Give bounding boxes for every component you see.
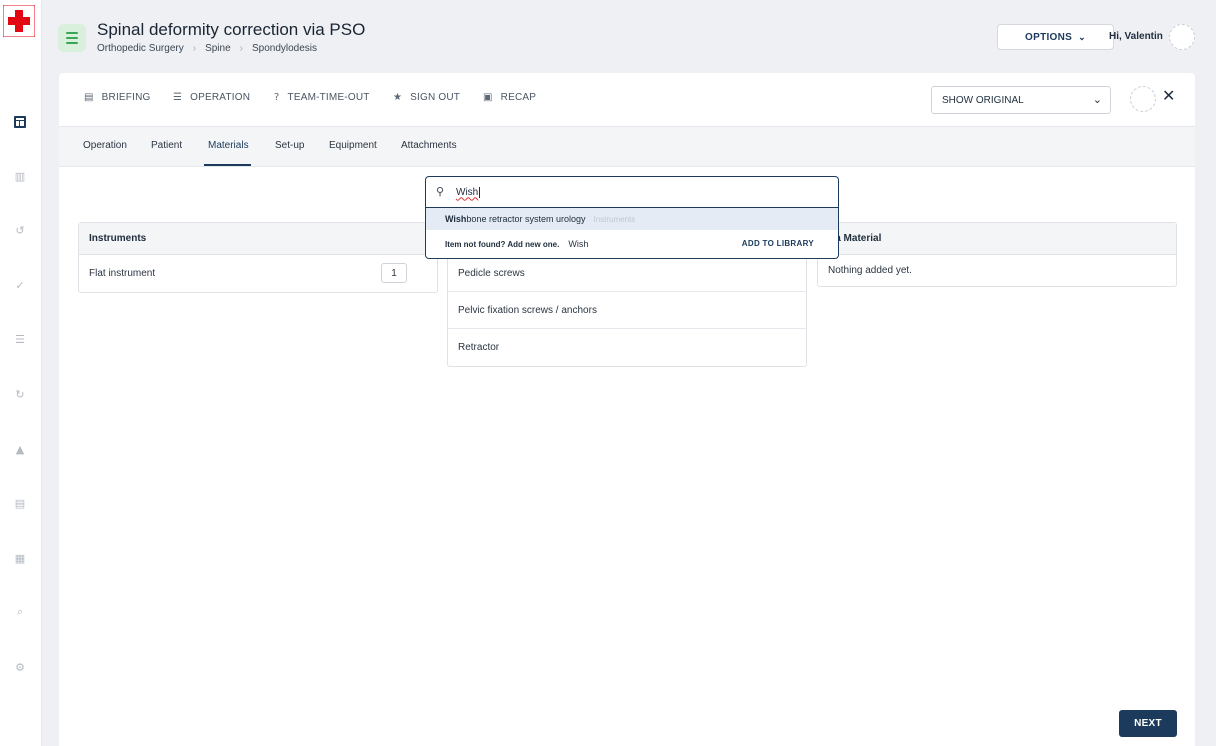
- avatar[interactable]: [1130, 86, 1156, 112]
- close-icon[interactable]: ✕: [1162, 86, 1175, 105]
- warning-icon[interactable]: ▲: [11, 440, 29, 458]
- dashboard-icon[interactable]: [11, 113, 29, 131]
- instruments-panel: Instruments Flat instrument 1: [78, 222, 438, 293]
- phase-briefing[interactable]: ▤ BRIEFING: [84, 92, 150, 103]
- calendar-icon[interactable]: ▦: [11, 549, 29, 567]
- search-input[interactable]: ⚲ Wish: [425, 176, 839, 208]
- left-rail: ▥ ↺ ✓ ☰ ↻ ▲ ▤ ▦ ⌕ ⚙: [0, 0, 42, 746]
- phase-team-time-out[interactable]: ? TEAM-TIME-OUT: [274, 92, 370, 103]
- document-icon: ▤: [84, 92, 94, 103]
- brand-logo: [3, 5, 35, 37]
- active-tab-indicator: [204, 164, 251, 166]
- recap-icon: ▣: [483, 92, 493, 103]
- phase-label: BRIEFING: [101, 92, 151, 103]
- list-item[interactable]: Pelvic fixation screws / anchors: [448, 292, 806, 329]
- user-greeting: Hi, Valentin: [1109, 31, 1163, 42]
- phase-recap[interactable]: ▣ RECAP: [483, 92, 536, 103]
- checklist-icon[interactable]: ✓: [11, 276, 29, 294]
- chevron-down-icon: ⌄: [1078, 31, 1086, 42]
- help-icon: ?: [274, 92, 280, 103]
- breadcrumb-item[interactable]: Spine: [205, 43, 231, 54]
- view-select[interactable]: SHOW ORIGINAL ⌄: [931, 86, 1111, 114]
- next-button[interactable]: NEXT: [1119, 710, 1177, 737]
- history-icon[interactable]: ↺: [11, 221, 29, 239]
- stats-icon[interactable]: ▤: [11, 494, 29, 512]
- list-item[interactable]: Pedicle screws: [448, 255, 806, 292]
- view-select-value: SHOW ORIGINAL: [942, 94, 1024, 106]
- list-item[interactable]: Retractor: [448, 329, 806, 366]
- main-area: Spinal deformity correction via PSO Orth…: [42, 0, 1216, 746]
- suggestion-match: Wish: [445, 214, 467, 224]
- breadcrumb-item[interactable]: Orthopedic Surgery: [97, 43, 184, 54]
- page-title: Spinal deformity correction via PSO: [97, 20, 366, 39]
- breadcrumb-item[interactable]: Spondylodesis: [252, 43, 317, 54]
- tab-materials[interactable]: Materials: [208, 140, 249, 151]
- review-icon[interactable]: ↻: [11, 385, 29, 403]
- chevron-right-icon: ›: [239, 43, 243, 54]
- add-to-library-button[interactable]: ADD TO LIBRARY: [742, 239, 814, 248]
- chevron-right-icon: ›: [192, 43, 197, 54]
- settings-icon[interactable]: ⚙: [11, 658, 29, 676]
- phase-label: OPERATION: [190, 92, 251, 103]
- avatar[interactable]: [1169, 24, 1195, 50]
- tab-set-up[interactable]: Set-up: [275, 140, 304, 151]
- breadcrumb: Orthopedic Surgery › Spine › Spondylodes…: [97, 43, 317, 54]
- search-dropdown: Wishbone retractor system urology Instru…: [425, 208, 839, 259]
- chevron-down-icon: ⌄: [1092, 94, 1102, 106]
- search-suggestion[interactable]: Wishbone retractor system urology Instru…: [426, 208, 838, 230]
- phase-operation[interactable]: ☰ OPERATION: [173, 92, 250, 103]
- options-label: OPTIONS: [1025, 31, 1073, 43]
- phase-label: SIGN OUT: [410, 92, 461, 103]
- main-card: ▤ BRIEFING ☰ OPERATION ? TEAM-TIME-OUT ★…: [59, 73, 1195, 746]
- quantity-field[interactable]: 1: [381, 263, 407, 283]
- tab-attachments[interactable]: Attachments: [401, 140, 457, 151]
- suggestion-text: Wishbone retractor system urology: [445, 214, 585, 224]
- list-item: Flat instrument 1: [79, 255, 437, 292]
- tab-operation[interactable]: Operation: [83, 140, 127, 151]
- library-icon[interactable]: ▥: [11, 167, 29, 185]
- panel-title: Instruments: [79, 223, 437, 255]
- phase-sign-out[interactable]: ★ SIGN OUT: [393, 92, 460, 103]
- add-new-row: Item not found? Add new one. Wish ADD TO…: [426, 230, 838, 258]
- not-found-term: Wish: [568, 239, 589, 249]
- empty-state-text: Nothing added yet.: [828, 265, 912, 276]
- tab-patient[interactable]: Patient: [151, 140, 182, 151]
- phase-navigation: ▤ BRIEFING ☰ OPERATION ? TEAM-TIME-OUT ★…: [59, 73, 1195, 127]
- text-caret: [479, 186, 481, 198]
- search-icon: ⚲: [436, 185, 445, 198]
- phase-label: TEAM-TIME-OUT: [287, 92, 370, 103]
- extra-material-panel: tra Material Nothing added yet.: [817, 222, 1177, 287]
- star-icon: ★: [393, 92, 403, 103]
- suggestion-rest: bone retractor system urology: [466, 214, 586, 224]
- search-value: Wish: [456, 186, 479, 198]
- panel-title: tra Material: [818, 223, 1176, 255]
- options-button[interactable]: OPTIONS ⌄: [997, 24, 1114, 50]
- tabs-bar: Operation Patient Materials Set-up Equip…: [59, 127, 1195, 167]
- phase-label: RECAP: [500, 92, 537, 103]
- tab-equipment[interactable]: Equipment: [329, 140, 377, 151]
- not-found-label: Item not found? Add new one.: [445, 239, 560, 249]
- list-icon: ☰: [173, 92, 183, 103]
- item-name: Flat instrument: [89, 268, 156, 279]
- suggestion-category: Instruments: [593, 214, 636, 224]
- menu-toggle-button[interactable]: [58, 24, 86, 52]
- search-list-icon[interactable]: ⌕: [11, 603, 29, 621]
- tasks-icon[interactable]: ☰: [11, 330, 29, 348]
